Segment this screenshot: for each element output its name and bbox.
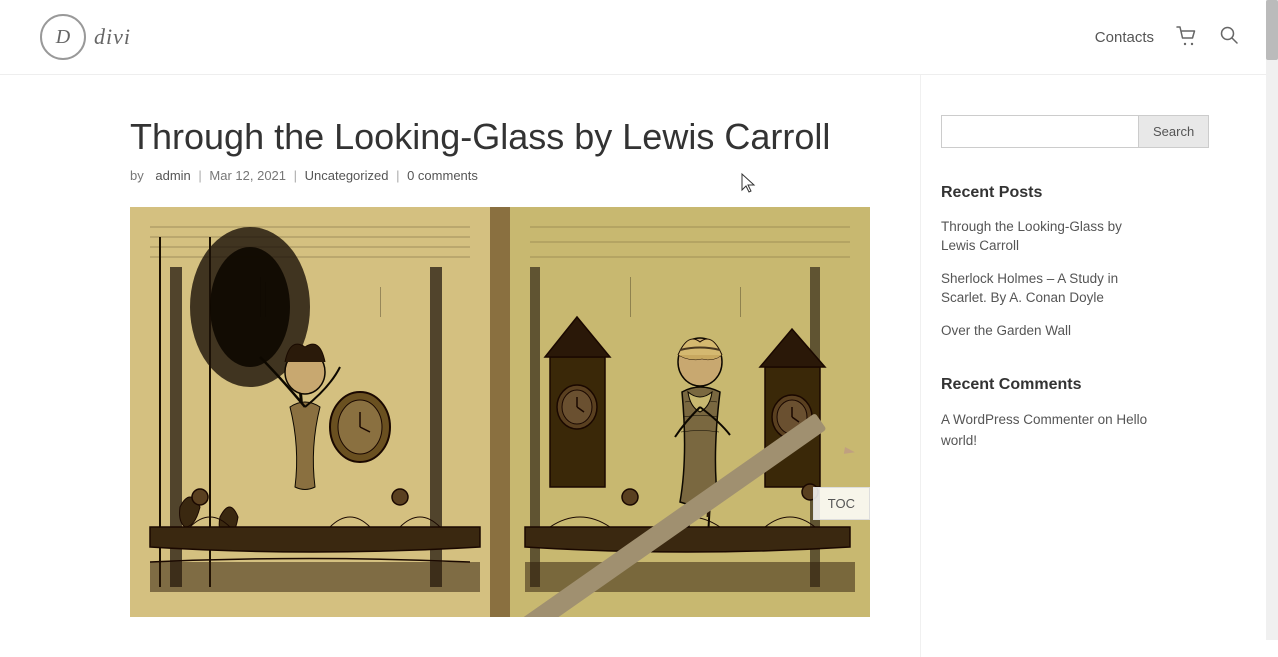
- recent-comments-title: Recent Comments: [941, 376, 1150, 394]
- post-image: [130, 207, 870, 617]
- comment-entry-1: A WordPress Commenter on Hello world!: [941, 410, 1150, 451]
- main-content: Through the Looking-Glass by Lewis Carro…: [0, 75, 920, 657]
- meta-separator-3: |: [294, 168, 301, 183]
- post-category[interactable]: Uncategorized: [305, 168, 389, 183]
- search-widget: Search: [941, 115, 1150, 148]
- post-meta: by admin | Mar 12, 2021 | Uncategorized …: [130, 168, 880, 183]
- post-comments[interactable]: 0 comments: [407, 168, 478, 183]
- logo-name: divi: [94, 24, 131, 50]
- search-button[interactable]: Search: [1138, 115, 1209, 148]
- recent-posts-widget: Recent Posts Through the Looking-Glass b…: [941, 184, 1150, 340]
- site-logo[interactable]: D divi: [40, 14, 131, 60]
- site-header: D divi Contacts: [0, 0, 1278, 75]
- sidebar: Search Recent Posts Through the Looking-…: [920, 75, 1170, 657]
- logo-circle: D: [40, 14, 86, 60]
- recent-post-item-3[interactable]: Over the Garden Wall: [941, 322, 1150, 341]
- post-image-wrap: TOC: [130, 207, 870, 617]
- comment-author[interactable]: A WordPress Commenter: [941, 412, 1094, 427]
- page-wrapper: Through the Looking-Glass by Lewis Carro…: [0, 75, 1278, 657]
- search-form: Search: [941, 115, 1150, 148]
- main-nav: Contacts: [1095, 26, 1238, 49]
- recent-post-item-1[interactable]: Through the Looking-Glass by Lewis Carro…: [941, 218, 1150, 256]
- recent-post-item-2[interactable]: Sherlock Holmes – A Study in Scarlet. By…: [941, 270, 1150, 308]
- post-title: Through the Looking-Glass by Lewis Carro…: [130, 115, 880, 158]
- post-date: Mar 12, 2021: [209, 168, 286, 183]
- search-input[interactable]: [941, 115, 1138, 148]
- logo-letter: D: [56, 26, 70, 49]
- contacts-link[interactable]: Contacts: [1095, 29, 1154, 46]
- by-label: by: [130, 168, 144, 183]
- cart-icon[interactable]: [1176, 26, 1198, 49]
- scrollbar-thumb[interactable]: [1266, 0, 1278, 60]
- header-search-icon[interactable]: [1220, 26, 1238, 49]
- scrollbar-track: [1266, 0, 1278, 640]
- post-author[interactable]: admin: [155, 168, 190, 183]
- recent-comments-widget: Recent Comments A WordPress Commenter on…: [941, 376, 1150, 451]
- toc-button[interactable]: TOC: [813, 487, 870, 520]
- recent-posts-title: Recent Posts: [941, 184, 1150, 202]
- meta-separator-4: |: [396, 168, 403, 183]
- comment-on: on: [1098, 412, 1113, 427]
- meta-separator-2: |: [198, 168, 205, 183]
